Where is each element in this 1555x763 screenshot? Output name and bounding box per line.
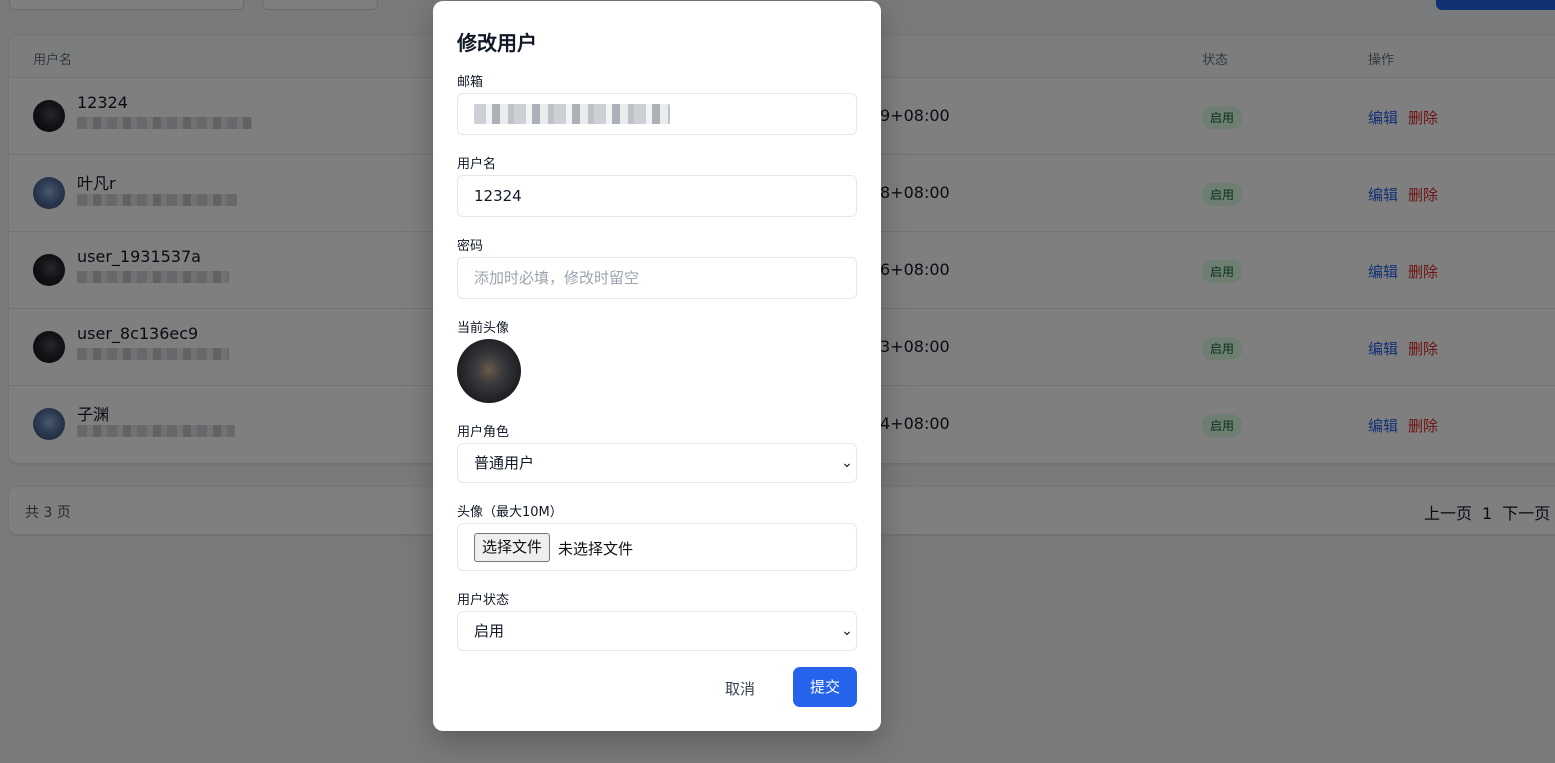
status-select[interactable]: 启用 ⌄ <box>457 611 857 651</box>
choose-file-button[interactable]: 选择文件 <box>474 533 551 562</box>
email-field[interactable] <box>457 93 857 135</box>
avatar-file-input[interactable]: 选择文件 未选择文件 <box>457 523 857 571</box>
email-label: 邮箱 <box>457 75 484 90</box>
username-label: 用户名 <box>457 157 497 172</box>
role-label: 用户角色 <box>457 425 510 440</box>
status-label: 用户状态 <box>457 593 510 608</box>
dialog-title: 修改用户 <box>457 31 537 55</box>
file-status: 未选择文件 <box>558 540 634 558</box>
username-value: 12324 <box>474 187 522 205</box>
chevron-down-icon: ⌄ <box>841 623 853 639</box>
edit-user-dialog: 修改用户 邮箱 用户名 12324 密码 添加时必填，修改时留空 当前头像 用户… <box>433 1 881 731</box>
password-placeholder: 添加时必填，修改时留空 <box>474 269 640 287</box>
password-label: 密码 <box>457 239 484 254</box>
role-select[interactable]: 普通用户 ⌄ <box>457 443 857 483</box>
current-avatar <box>457 339 521 403</box>
avatar-upload-label: 头像（最大10M） <box>457 505 563 520</box>
chevron-down-icon: ⌄ <box>841 455 853 471</box>
status-value: 启用 <box>474 622 505 640</box>
role-value: 普通用户 <box>474 454 535 472</box>
current-avatar-label: 当前头像 <box>457 321 510 336</box>
cancel-button[interactable]: 取消 <box>725 678 755 699</box>
submit-button[interactable]: 提交 <box>793 667 857 707</box>
username-field[interactable]: 12324 <box>457 175 857 217</box>
password-field[interactable]: 添加时必填，修改时留空 <box>457 257 857 299</box>
email-redacted <box>474 104 670 124</box>
